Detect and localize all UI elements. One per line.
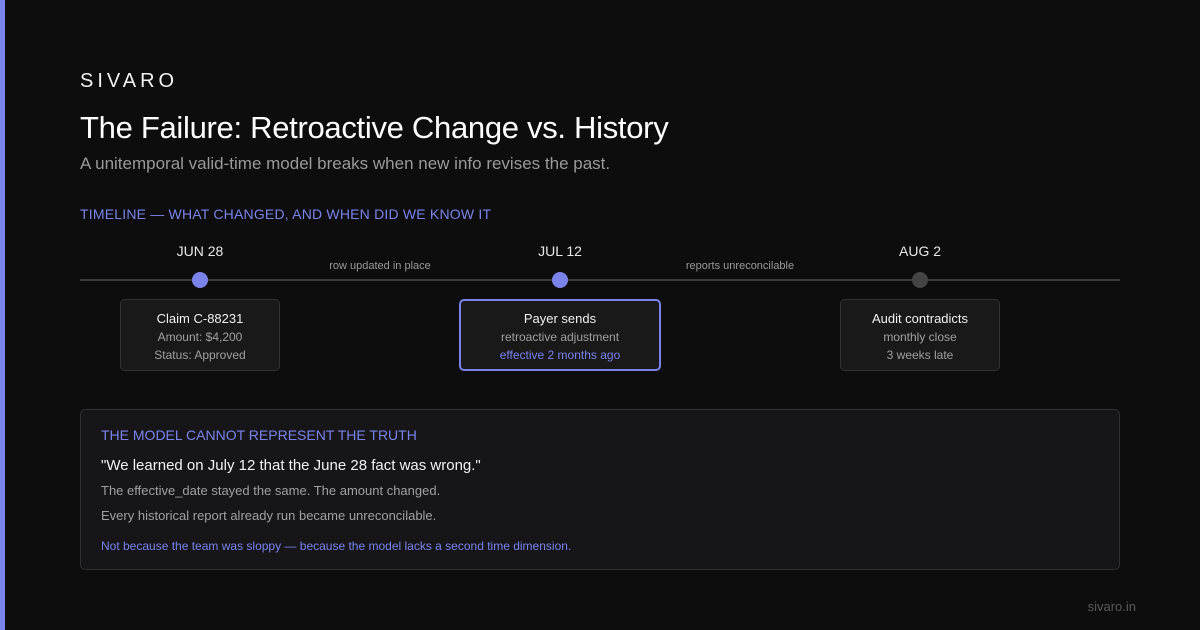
- page-subtitle: A unitemporal valid-time model breaks wh…: [80, 154, 611, 173]
- event-card-claim: Claim C-88231 Amount: $4,200 Status: App…: [120, 299, 280, 371]
- event-marker-jul12: [552, 272, 568, 288]
- timeline-section-label: TIMELINE — WHAT CHANGED, AND WHEN DID WE…: [80, 206, 492, 222]
- panel-quote: "We learned on July 12 that the June 28 …: [101, 457, 481, 474]
- timeline-axis: [80, 279, 1120, 281]
- event-marker-jun28: [192, 272, 208, 288]
- transition-label-unreconcilable: reports unreconcilable: [685, 260, 795, 272]
- event-card-title: Audit contradicts: [871, 311, 969, 326]
- event-card-line: monthly close: [883, 330, 957, 344]
- panel-accent-note: Not because the team was sloppy — becaus…: [101, 539, 572, 553]
- event-card-audit: Audit contradicts monthly close 3 weeks …: [840, 299, 1000, 371]
- event-card-payer: Payer sends retroactive adjustment effec…: [459, 299, 661, 371]
- event-date-jul12: JUL 12: [538, 243, 582, 259]
- event-card-line: Status: Approved: [154, 348, 246, 362]
- event-date-aug2: AUG 2: [898, 243, 942, 259]
- footer-url: sivaro.in: [1087, 599, 1136, 614]
- page-title: The Failure: Retroactive Change vs. Hist…: [80, 110, 669, 145]
- transition-label-updated: row updated in place: [329, 260, 431, 272]
- panel-heading: THE MODEL CANNOT REPRESENT THE TRUTH: [101, 427, 417, 443]
- left-accent-bar: [0, 0, 5, 630]
- panel-text-line: The effective_date stayed the same. The …: [101, 483, 441, 498]
- event-card-highlight-line: effective 2 months ago: [499, 348, 621, 362]
- panel-text-line: Every historical report already run beca…: [101, 508, 437, 523]
- event-card-line: 3 weeks late: [886, 348, 954, 362]
- event-card-title: Claim C-88231: [156, 311, 244, 326]
- event-card-title: Payer sends: [523, 311, 597, 326]
- event-card-line: Amount: $4,200: [157, 330, 243, 344]
- brand-logo: SIVARO: [80, 70, 179, 92]
- explanation-panel: THE MODEL CANNOT REPRESENT THE TRUTH "We…: [80, 409, 1120, 570]
- event-card-line: retroactive adjustment: [500, 330, 620, 344]
- event-marker-aug2: [912, 272, 928, 288]
- event-date-jun28: JUN 28: [176, 243, 224, 259]
